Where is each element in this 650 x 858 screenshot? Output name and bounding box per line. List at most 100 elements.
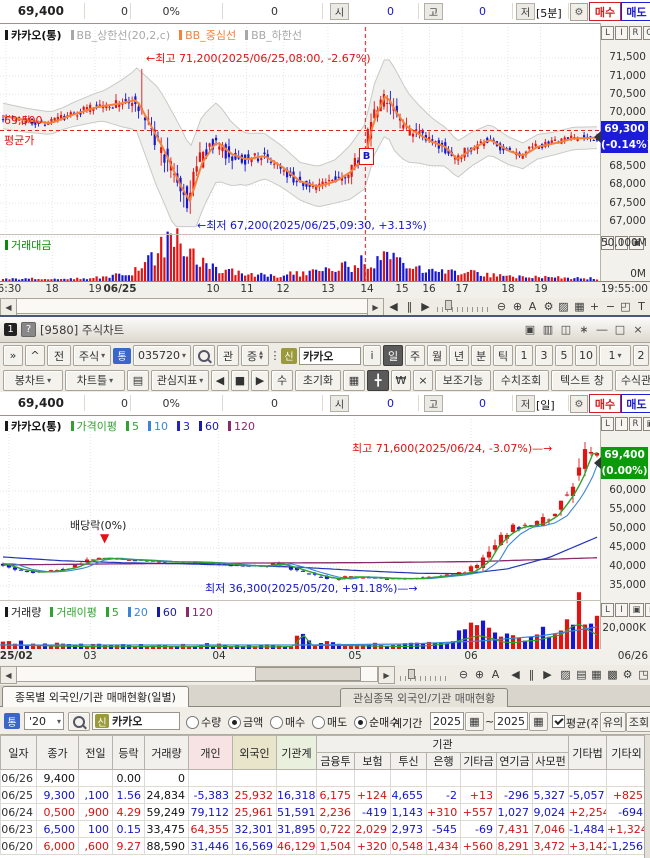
- grid-icon[interactable]: ▦: [572, 298, 587, 314]
- col-header-5[interactable]: 개인: [188, 735, 233, 770]
- scroll-left-button[interactable]: ◀: [0, 298, 17, 316]
- col-subheader-4[interactable]: 기타금: [460, 752, 497, 770]
- date-from-input[interactable]: 2025: [430, 712, 464, 730]
- col-subheader-0[interactable]: 금융투: [316, 752, 355, 770]
- period-week-button[interactable]: 주: [405, 345, 425, 366]
- interval-3-button[interactable]: 3: [535, 345, 553, 366]
- spinner-icon[interactable]: ▲ ▼: [259, 350, 263, 361]
- text-tool-icon[interactable]: T: [634, 298, 649, 314]
- col-header-4[interactable]: 거래량: [144, 735, 189, 770]
- notice-button[interactable]: 유의: [600, 712, 626, 732]
- corner-tool-icon[interactable]: ▣: [629, 603, 644, 617]
- fullscreen-icon[interactable]: ◳: [636, 666, 650, 682]
- aux-function-button[interactable]: 보조기능: [435, 369, 491, 391]
- asset-type-select[interactable]: 주식 ▾: [73, 345, 111, 366]
- scrollbar-track[interactable]: [16, 298, 368, 314]
- col-header-16[interactable]: 기타외: [606, 735, 648, 770]
- step-forward-icon[interactable]: ▶: [418, 298, 433, 314]
- add-icon[interactable]: +: [587, 298, 602, 314]
- pattern-icon[interactable]: ▨: [556, 298, 571, 314]
- slider-thumb[interactable]: [408, 669, 415, 679]
- chart-settings-icon[interactable]: ⚙: [570, 395, 588, 413]
- radio-circle[interactable]: [270, 715, 283, 729]
- corner-tool-i[interactable]: I: [615, 417, 628, 431]
- tab-investor-by-stock[interactable]: 종목별 외국인/기관 매매현황(일별): [2, 686, 189, 707]
- account-badge[interactable]: 통: [113, 347, 131, 364]
- stock-name-field[interactable]: 카카오: [299, 346, 361, 365]
- help-badge[interactable]: ?: [21, 322, 36, 337]
- pause-icon[interactable]: ‖: [402, 298, 417, 314]
- more-button[interactable]: 2: [633, 345, 649, 366]
- chart-window-icon[interactable]: ▦: [343, 369, 365, 391]
- value-lookup-button[interactable]: 수치조회: [493, 369, 549, 391]
- candle-type-button[interactable]: 봉차트 ▾: [3, 369, 63, 391]
- corner-tool-l[interactable]: L: [601, 603, 614, 617]
- investor-table[interactable]: 일자 종가 전일 등락 거래량 개인 외국인 기관계 기관 기타법 기타외 금융투 보험 투신 은행 기타금 연…: [0, 735, 650, 858]
- order-spinner[interactable]: 증 ▲ ▼: [241, 345, 269, 366]
- daily-chart-corner-tools[interactable]: LIR▣: [601, 417, 650, 431]
- chart-settings-icon[interactable]: ⚙: [570, 3, 588, 21]
- scroll-left-button[interactable]: ◀: [0, 666, 17, 684]
- crosshair-icon[interactable]: ╋: [367, 369, 389, 391]
- zoom-out-icon[interactable]: ⊖: [494, 298, 509, 314]
- export-icon[interactable]: ▨: [558, 666, 573, 682]
- zoom-out-icon[interactable]: ⊖: [456, 666, 471, 682]
- buy-signal-marker[interactable]: B: [359, 148, 374, 165]
- stop-button[interactable]: ■: [231, 369, 249, 391]
- step-back-icon[interactable]: ◀: [386, 298, 401, 314]
- scrollbar-thumb[interactable]: [255, 667, 361, 681]
- table-row[interactable]: 06/26 9,400 0.00 0: [0, 769, 648, 787]
- corner-tool-g[interactable]: G: [643, 26, 650, 40]
- period-minute-button[interactable]: 분: [471, 345, 491, 366]
- reset-button[interactable]: 초기화: [295, 369, 341, 391]
- col-header-7[interactable]: 기관계: [276, 735, 317, 770]
- buy-button[interactable]: 매수: [589, 2, 621, 21]
- remove-icon[interactable]: −: [603, 298, 618, 314]
- col-subheader-5[interactable]: 연기금: [496, 752, 533, 770]
- table-scrollbar[interactable]: [644, 735, 650, 858]
- zoom-slider[interactable]: [400, 669, 450, 681]
- period-tick-button[interactable]: 틱: [493, 345, 513, 366]
- watchlist-button[interactable]: 관: [217, 345, 239, 366]
- step-back-icon[interactable]: ◀: [508, 666, 523, 682]
- copy-window-icon[interactable]: ▥: [540, 322, 556, 337]
- close-icon[interactable]: ×: [630, 322, 646, 337]
- col-subheader-2[interactable]: 투신: [390, 752, 427, 770]
- stock-chart-window-titlebar[interactable]: 1 ? [9580] 주식차트 ▣ ▥ ◫ ∗ ― □ ×: [0, 317, 650, 343]
- settings-icon[interactable]: ∗: [576, 322, 592, 337]
- table-row[interactable]: 06/25 9,300,100 1.56 24,834 -5,383 25,932 16,3…: [0, 786, 648, 804]
- prev-stock-button[interactable]: 전: [47, 345, 71, 366]
- radio-circle[interactable]: [312, 715, 325, 729]
- col-header-6[interactable]: 외국인: [232, 735, 277, 770]
- year-select[interactable]: '20 ▾: [24, 712, 64, 730]
- interval-1-button[interactable]: 1: [515, 345, 533, 366]
- search-icon[interactable]: [68, 712, 90, 731]
- table-row[interactable]: 06/24 0,500,900 4.29 59,249 79,112 25,961 51,5…: [0, 803, 648, 821]
- auto-scale-icon[interactable]: A: [488, 666, 503, 682]
- step-forward-icon[interactable]: ▶: [540, 666, 555, 682]
- corner-tool-r[interactable]: R: [629, 26, 642, 40]
- stock-name-field[interactable]: 신 카카오: [92, 712, 180, 730]
- expand-button[interactable]: »: [3, 345, 23, 366]
- col-subheader-6[interactable]: 사모펀: [531, 752, 570, 770]
- period-year-button[interactable]: 년: [449, 345, 469, 366]
- scroll-right-button[interactable]: ▶: [367, 298, 384, 316]
- period-month-button[interactable]: 월: [427, 345, 447, 366]
- search-icon[interactable]: [193, 345, 215, 366]
- period-day-button[interactable]: 일: [383, 345, 403, 366]
- col-header-1[interactable]: 종가: [36, 735, 79, 770]
- scroll-right-button[interactable]: ▶: [251, 369, 269, 391]
- radio-매도[interactable]: 매도: [312, 714, 347, 730]
- corner-tool-i[interactable]: I: [615, 603, 628, 617]
- maximize-icon[interactable]: □: [612, 322, 628, 337]
- daily-volume-corner-tools[interactable]: LI▣⊠: [601, 603, 650, 617]
- radio-수량[interactable]: 수량: [186, 714, 221, 730]
- average-checkbox[interactable]: [552, 715, 565, 728]
- dock-icon[interactable]: ▣: [522, 322, 538, 337]
- won-icon[interactable]: ₩: [391, 369, 411, 391]
- radio-circle[interactable]: [354, 715, 367, 729]
- stock-code-combo[interactable]: 035720 ▾: [133, 345, 191, 366]
- scrollbar-track[interactable]: [16, 666, 378, 682]
- zoom-in-icon[interactable]: ⊕: [472, 666, 487, 682]
- sell-button[interactable]: 매도: [621, 2, 650, 21]
